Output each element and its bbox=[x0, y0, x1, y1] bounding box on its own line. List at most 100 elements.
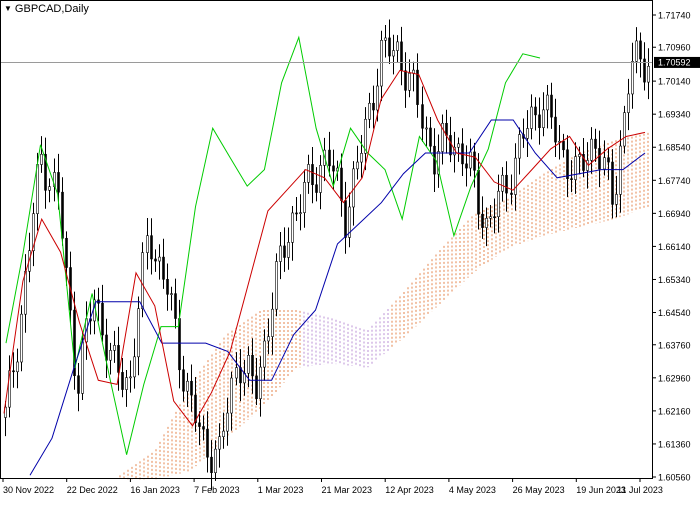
candle-body bbox=[380, 39, 383, 87]
candle-body bbox=[421, 104, 424, 129]
candle-body bbox=[388, 37, 391, 57]
price-tag-text: 1.70592 bbox=[658, 58, 691, 68]
candle-body bbox=[429, 127, 432, 147]
candle-body bbox=[109, 350, 112, 361]
candle-body bbox=[457, 143, 460, 148]
candle-body bbox=[125, 377, 128, 390]
candle-body bbox=[218, 436, 221, 450]
candle-body bbox=[198, 422, 201, 427]
candle-body bbox=[150, 235, 153, 260]
candle-body bbox=[340, 167, 343, 201]
chart-window[interactable]: 1.71740 1.70960 1.70140 1.69340 1.68540 1.677… bbox=[0, 0, 700, 500]
price-axis[interactable]: 1.71740 1.70960 1.70140 1.69340 1.68540 1.677… bbox=[652, 11, 691, 483]
candle-body bbox=[631, 61, 634, 95]
chart-title: ▼ GBPCAD,Daily bbox=[4, 3, 89, 15]
candle-body bbox=[65, 237, 68, 268]
triangle-down-icon[interactable]: ▼ bbox=[4, 5, 12, 13]
candle-body bbox=[259, 366, 262, 399]
candle-body bbox=[226, 412, 229, 432]
candle-body bbox=[146, 235, 149, 253]
candle-body bbox=[546, 94, 549, 111]
candle-body bbox=[81, 341, 84, 394]
candle-body bbox=[510, 192, 513, 195]
y-tick-label: 1.70960 bbox=[658, 43, 691, 53]
candle-body bbox=[166, 279, 169, 295]
candle-body bbox=[416, 69, 419, 105]
candle-body bbox=[396, 41, 399, 51]
y-tick-label: 1.62960 bbox=[658, 373, 691, 383]
y-tick-label: 1.63760 bbox=[658, 340, 691, 350]
candle-body bbox=[400, 41, 403, 72]
y-tick-label: 1.69340 bbox=[658, 110, 691, 120]
candle-body bbox=[647, 65, 650, 83]
candle-body bbox=[607, 157, 610, 163]
candle-body bbox=[287, 242, 290, 258]
candle-body bbox=[332, 165, 335, 172]
candle-body bbox=[174, 293, 177, 319]
candle-body bbox=[594, 138, 597, 149]
candle-body bbox=[514, 157, 517, 195]
candle-body bbox=[372, 102, 375, 111]
chart-canvas[interactable]: 1.71740 1.70960 1.70140 1.69340 1.68540 1.677… bbox=[0, 0, 700, 500]
candle-body bbox=[247, 355, 250, 374]
candle-body bbox=[303, 182, 306, 213]
candle-body bbox=[235, 367, 238, 379]
y-tick-label: 1.71740 bbox=[658, 11, 691, 21]
candle-body bbox=[449, 135, 452, 156]
symbol-label: GBPCAD,Daily bbox=[14, 3, 89, 15]
x-tick-label: 7 Feb 2023 bbox=[194, 485, 240, 495]
candle-body bbox=[299, 212, 302, 214]
candle-body bbox=[255, 375, 258, 399]
candle-body bbox=[113, 345, 116, 351]
candle-body bbox=[251, 355, 254, 377]
candle-body bbox=[319, 165, 322, 193]
candle-body bbox=[283, 245, 286, 258]
candle-body bbox=[578, 154, 581, 157]
candle-body bbox=[190, 380, 193, 396]
candle-body bbox=[48, 186, 51, 191]
candle-body bbox=[404, 70, 407, 91]
candle-body bbox=[360, 153, 363, 163]
candle-body bbox=[619, 145, 622, 195]
chart-background bbox=[0, 0, 700, 500]
candle-body bbox=[230, 377, 233, 414]
candle-body bbox=[485, 217, 488, 228]
y-tick-label: 1.62160 bbox=[658, 406, 691, 416]
candle-body bbox=[497, 190, 500, 218]
candle-body bbox=[57, 172, 60, 193]
candle-body bbox=[501, 174, 504, 192]
y-tick-label: 1.68540 bbox=[658, 143, 691, 153]
candle-body bbox=[141, 252, 144, 309]
x-tick-label: 26 May 2023 bbox=[513, 485, 565, 495]
candle-body bbox=[158, 256, 161, 262]
candle-body bbox=[574, 156, 577, 180]
candle-body bbox=[133, 356, 136, 378]
x-tick-label: 21 Mar 2023 bbox=[322, 485, 373, 495]
candle-body bbox=[263, 340, 266, 368]
candle-body bbox=[271, 308, 274, 337]
y-tick-label: 1.66140 bbox=[658, 242, 691, 252]
candle-body bbox=[222, 430, 225, 437]
candle-body bbox=[554, 116, 557, 143]
candle-body bbox=[408, 72, 411, 91]
candle-body bbox=[162, 256, 165, 280]
candle-body bbox=[465, 163, 468, 169]
candle-body bbox=[121, 372, 124, 390]
candle-body bbox=[117, 345, 120, 373]
candle-body bbox=[392, 50, 395, 57]
candle-body bbox=[530, 106, 533, 129]
candle-body bbox=[137, 308, 140, 358]
candle-body bbox=[328, 149, 331, 167]
candle-body bbox=[566, 149, 569, 179]
candle-body bbox=[615, 194, 618, 205]
candle-body bbox=[505, 174, 508, 194]
candle-body bbox=[307, 164, 310, 183]
x-tick-label: 16 Jan 2023 bbox=[130, 485, 180, 495]
candle-body bbox=[469, 151, 472, 169]
candle-body bbox=[295, 212, 298, 215]
x-tick-label: 4 May 2023 bbox=[449, 485, 496, 495]
y-tick-label: 1.70140 bbox=[658, 77, 691, 87]
candle-body bbox=[279, 245, 282, 262]
candle-body bbox=[36, 164, 39, 214]
y-tick-label: 1.60560 bbox=[658, 473, 691, 483]
